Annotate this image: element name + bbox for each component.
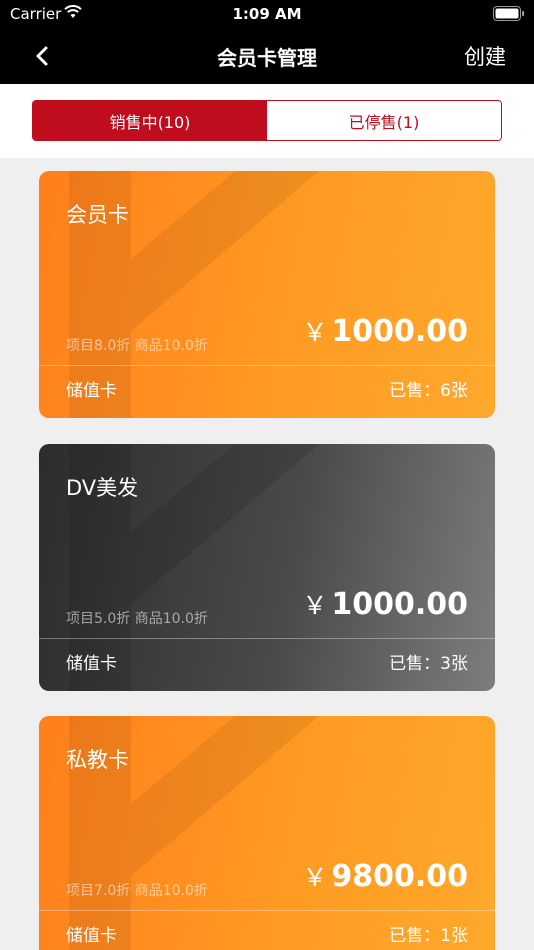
nav-bar: 会员卡管理 创建 — [0, 28, 534, 84]
card-discount: 项目7.0折 商品10.0折 — [66, 883, 208, 899]
create-button[interactable]: 创建 — [464, 41, 506, 71]
card-name: 私教卡 — [66, 748, 129, 772]
segmented-control: 销售中(10) 已停售(1) — [32, 100, 502, 141]
card-type: 储值卡 — [66, 926, 117, 946]
card-sold-count: 已售：1张 — [389, 926, 468, 946]
segment-area: 销售中(10) 已停售(1) — [0, 84, 534, 158]
tab-on-sale[interactable]: 销售中(10) — [33, 101, 267, 140]
card-price-value: 1000.00 — [331, 314, 468, 349]
card-sold-count: 已售：3张 — [389, 654, 468, 674]
card-type: 储值卡 — [66, 381, 117, 401]
card-price-value: 9800.00 — [331, 859, 468, 894]
card-type: 储值卡 — [66, 654, 117, 674]
card-discount: 项目8.0折 商品10.0折 — [66, 338, 208, 354]
membership-card[interactable]: DV美发 项目5.0折 商品10.0折 ￥ 1000.00 储值卡 已售：3张 — [39, 444, 495, 691]
card-price-value: 1000.00 — [331, 587, 468, 622]
card-name: 会员卡 — [66, 203, 129, 227]
card-name: DV美发 — [66, 476, 139, 500]
currency-symbol: ￥ — [302, 318, 328, 347]
card-discount: 项目5.0折 商品10.0折 — [66, 611, 208, 627]
tab-discontinued[interactable]: 已停售(1) — [267, 101, 501, 140]
card-sold-count: 已售：6张 — [389, 381, 468, 401]
card-price: ￥ 9800.00 — [302, 858, 468, 894]
page-title: 会员卡管理 — [217, 46, 317, 70]
currency-symbol: ￥ — [302, 591, 328, 620]
membership-card[interactable]: 私教卡 项目7.0折 商品10.0折 ￥ 9800.00 储值卡 已售：1张 — [39, 716, 495, 950]
card-divider — [39, 365, 495, 366]
card-divider — [39, 910, 495, 911]
card-divider — [39, 638, 495, 639]
status-time: 1:09 AM — [232, 5, 302, 23]
chevron-left-icon — [36, 46, 48, 66]
card-price: ￥ 1000.00 — [302, 313, 468, 349]
membership-card[interactable]: 会员卡 项目8.0折 商品10.0折 ￥ 1000.00 储值卡 已售：6张 — [39, 171, 495, 418]
currency-symbol: ￥ — [302, 863, 328, 892]
back-button[interactable] — [28, 40, 56, 72]
battery-icon — [493, 6, 525, 21]
card-price: ￥ 1000.00 — [302, 586, 468, 622]
status-bar: Carrier 1:09 AM — [0, 0, 534, 28]
